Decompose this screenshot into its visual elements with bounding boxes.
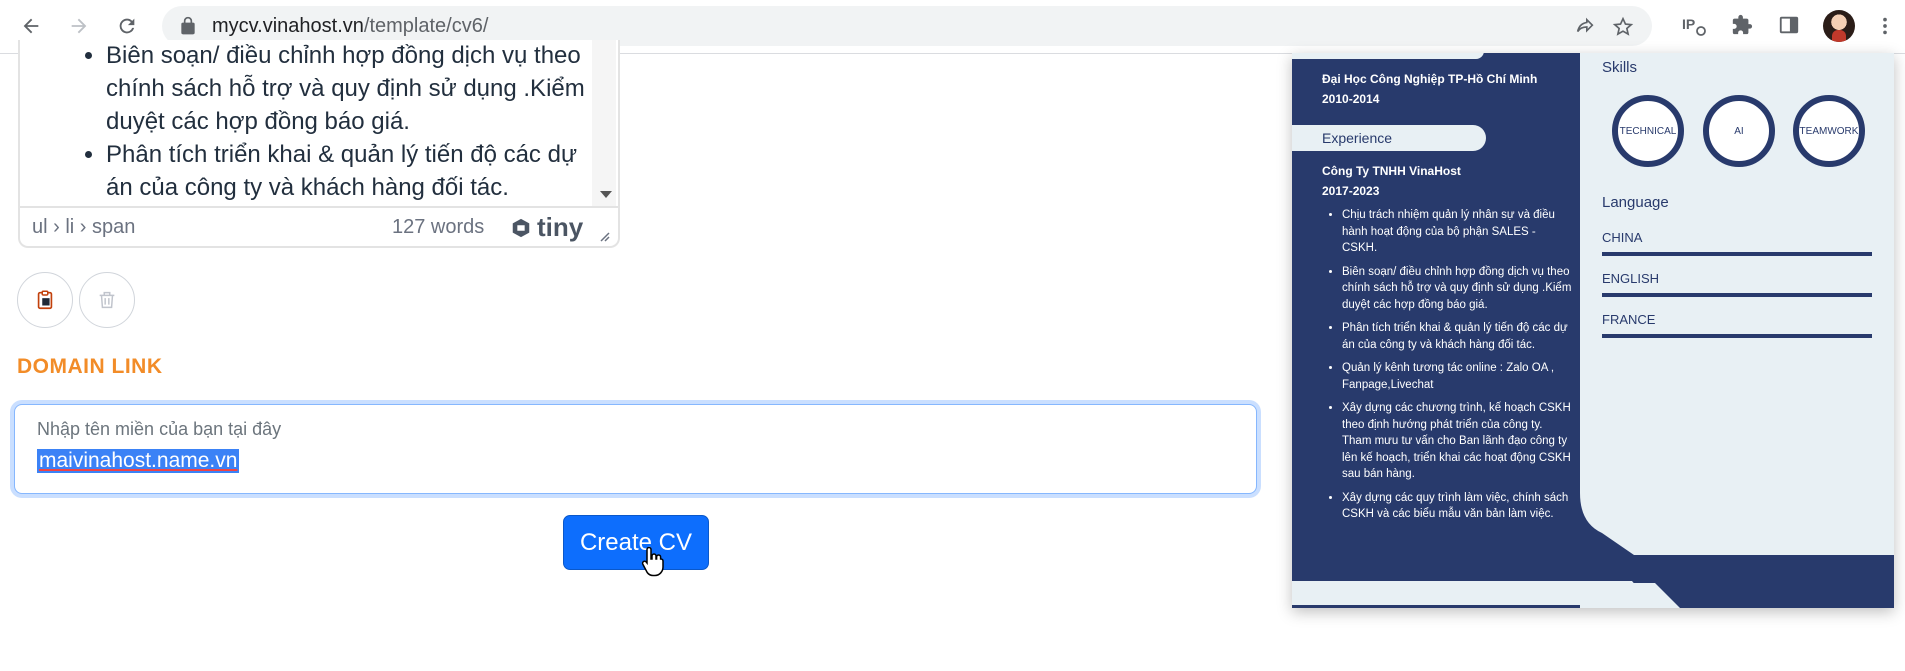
editor-statusbar: ul › li › span 127 words tiny bbox=[20, 206, 618, 246]
svg-text:IP: IP bbox=[1682, 16, 1695, 32]
language-name: CHINA bbox=[1602, 230, 1643, 245]
language-name: ENGLISH bbox=[1602, 271, 1660, 286]
scroll-down-arrow-icon[interactable] bbox=[600, 191, 612, 198]
domain-input-placeholder: Nhập tên miền của bạn tại đây bbox=[37, 419, 282, 439]
editor-bullet: Phân tích triển khai & quản lý tiến độ c… bbox=[106, 138, 590, 204]
skill-label: TEAMWORK bbox=[1799, 125, 1859, 137]
editor-bullet-list: Biên soạn/ điều chỉnh hợp đồng dịch vụ t… bbox=[20, 40, 590, 204]
hand-pointer-icon bbox=[641, 546, 664, 577]
trash-icon bbox=[99, 291, 115, 309]
arrow-right-icon bbox=[71, 18, 87, 34]
reload-button[interactable] bbox=[110, 9, 144, 43]
element-path[interactable]: ul › li › span bbox=[32, 216, 135, 239]
editor-content[interactable]: Biên soạn/ điều chỉnh hợp đồng dịch vụ t… bbox=[20, 40, 590, 206]
language-item: ENGLISH bbox=[1602, 271, 1872, 297]
skill-label: TECHNICAL bbox=[1619, 125, 1677, 137]
delete-button[interactable] bbox=[79, 272, 135, 328]
domain-link-heading: DOMAIN LINK bbox=[17, 355, 163, 378]
skill-ring: TECHNICAL bbox=[1612, 95, 1684, 167]
create-cv-button[interactable]: Create CV bbox=[563, 515, 709, 570]
forward-button[interactable] bbox=[62, 9, 96, 43]
language-bar bbox=[1602, 334, 1872, 338]
side-panel-icon[interactable] bbox=[1776, 12, 1802, 38]
reload-icon bbox=[119, 18, 135, 34]
arrow-left-icon bbox=[23, 18, 39, 34]
language-item: FRANCE bbox=[1602, 312, 1872, 338]
url-path: /template/cv6/ bbox=[363, 15, 489, 37]
more-vert-icon bbox=[1883, 17, 1887, 35]
language-bar bbox=[1602, 252, 1872, 256]
browser-menu-button[interactable] bbox=[1872, 12, 1898, 40]
share-icon[interactable] bbox=[1574, 16, 1596, 38]
back-button[interactable] bbox=[14, 9, 48, 43]
puzzle-extensions-icon[interactable] bbox=[1729, 12, 1755, 38]
rich-text-editor[interactable]: Biên soạn/ điều chỉnh hợp đồng dịch vụ t… bbox=[18, 40, 620, 248]
cv-skills-heading: Skills bbox=[1602, 59, 1638, 76]
tiny-logo[interactable]: tiny bbox=[510, 212, 583, 243]
star-icon[interactable] bbox=[1612, 16, 1634, 38]
clipboard-icon bbox=[37, 290, 53, 310]
skill-label: AI bbox=[1734, 125, 1744, 137]
editor-bullet: Biên soạn/ điều chỉnh hợp đồng dịch vụ t… bbox=[106, 40, 590, 138]
editor-scrollbar[interactable] bbox=[592, 40, 616, 206]
url-text: mycv.vinahost.vn/template/cv6/ bbox=[212, 15, 488, 37]
tiny-logo-icon bbox=[512, 218, 530, 237]
cv-language-heading: Language bbox=[1602, 194, 1669, 211]
word-count[interactable]: 127 words bbox=[392, 216, 484, 239]
ip-extension-icon[interactable]: IP bbox=[1681, 12, 1707, 38]
profile-avatar[interactable] bbox=[1823, 10, 1855, 42]
language-bar bbox=[1602, 293, 1872, 297]
tiny-logo-text: tiny bbox=[537, 212, 584, 242]
domain-input-value[interactable]: maivinahost.name.vn bbox=[37, 449, 240, 473]
resize-handle-icon[interactable] bbox=[598, 230, 610, 242]
language-name: FRANCE bbox=[1602, 312, 1656, 327]
skill-ring: TEAMWORK bbox=[1793, 95, 1865, 167]
language-item: CHINA bbox=[1602, 230, 1872, 256]
url-host: mycv.vinahost.vn bbox=[212, 15, 364, 37]
domain-input[interactable]: Nhập tên miền của bạn tại đây maivinahos… bbox=[14, 404, 1257, 494]
cv-preview: Đại Học Công Nghiệp TP-Hồ Chí Minh 2010-… bbox=[1292, 53, 1894, 608]
lock-icon bbox=[181, 16, 195, 35]
paste-button[interactable] bbox=[17, 272, 73, 328]
skill-ring: AI bbox=[1703, 95, 1775, 167]
